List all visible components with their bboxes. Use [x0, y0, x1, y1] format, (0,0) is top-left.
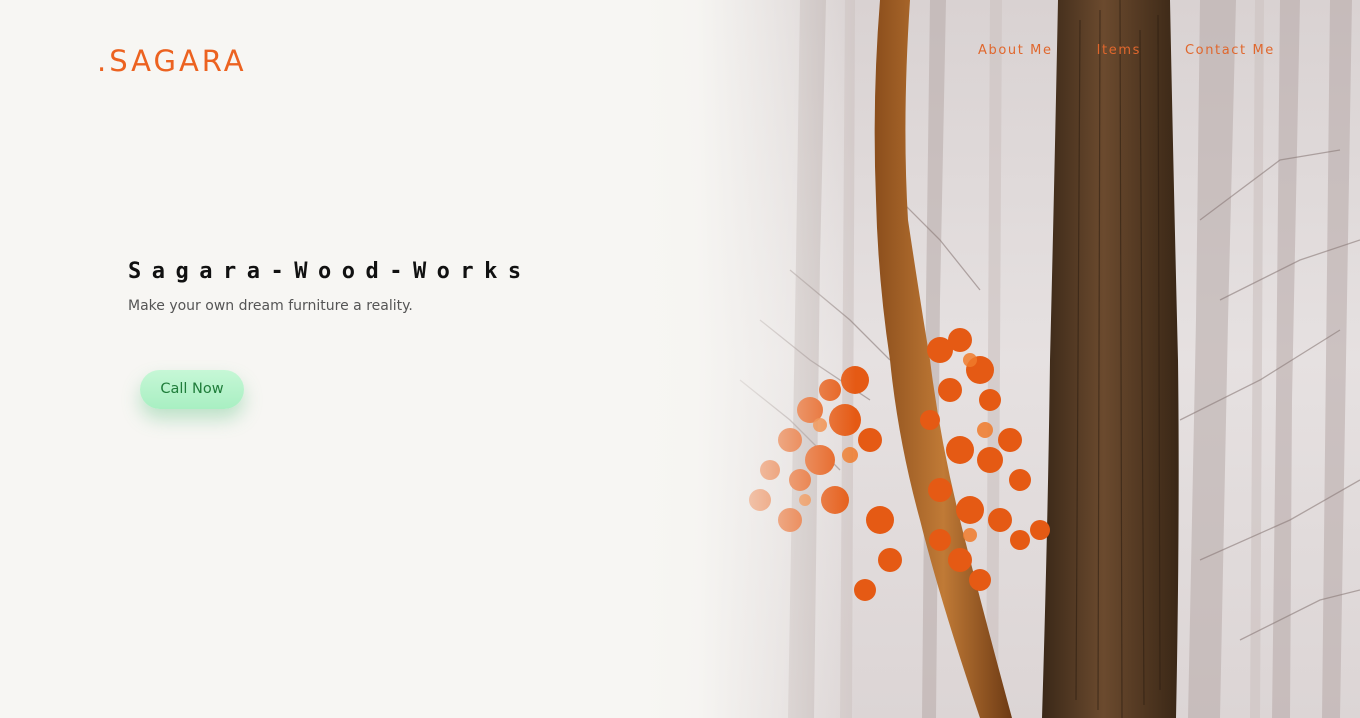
hero-title: Sagara-Wood-Works: [128, 259, 532, 284]
nav-link-about-me[interactable]: About Me: [978, 42, 1053, 60]
site-logo[interactable]: .SAGARA: [97, 42, 247, 80]
hero-forest-image: [640, 0, 1360, 718]
nav-link-items[interactable]: Items: [1097, 42, 1141, 60]
call-now-button[interactable]: Call Now: [140, 370, 244, 409]
landing-page: .SAGARA About Me Items Contact Me Sagara…: [0, 0, 1360, 718]
main-nav: About Me Items Contact Me: [978, 42, 1275, 60]
nav-link-contact-me[interactable]: Contact Me: [1185, 42, 1275, 60]
hero-subtitle: Make your own dream furniture a reality.: [128, 298, 413, 314]
